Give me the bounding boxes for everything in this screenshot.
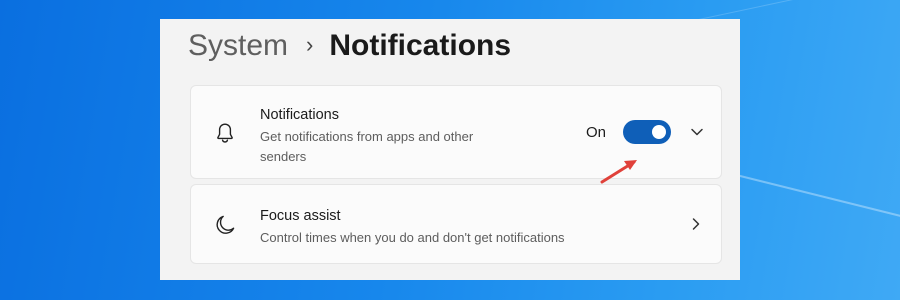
annotation-arrow-icon <box>600 160 637 184</box>
moon-icon <box>216 215 235 234</box>
focus-assist-description: Control times when you do and don't get … <box>260 230 565 245</box>
breadcrumb-system[interactable]: System <box>188 29 288 63</box>
notifications-description: Get notifications from apps and other se… <box>260 129 474 164</box>
focus-assist-title: Focus assist <box>260 208 341 224</box>
chevron-right-icon[interactable] <box>686 214 706 234</box>
notifications-title: Notifications <box>260 107 339 123</box>
breadcrumb-separator: › <box>306 32 314 57</box>
bell-icon <box>217 123 233 143</box>
focus-assist-text: Focus assist Control times when you do a… <box>260 207 660 248</box>
focus-assist-setting-card[interactable]: Focus assist Control times when you do a… <box>190 184 722 264</box>
toggle-state-label: On <box>586 124 607 141</box>
notifications-text: Notifications Get notifications from app… <box>260 106 490 167</box>
toggle-knob <box>652 125 666 139</box>
chevron-down-icon[interactable] <box>687 122 707 142</box>
settings-panel: System › Notifications Notifications Get… <box>160 19 740 280</box>
notifications-toggle[interactable] <box>623 120 671 144</box>
breadcrumb: System › Notifications <box>188 23 511 69</box>
page-title: Notifications <box>329 29 512 62</box>
